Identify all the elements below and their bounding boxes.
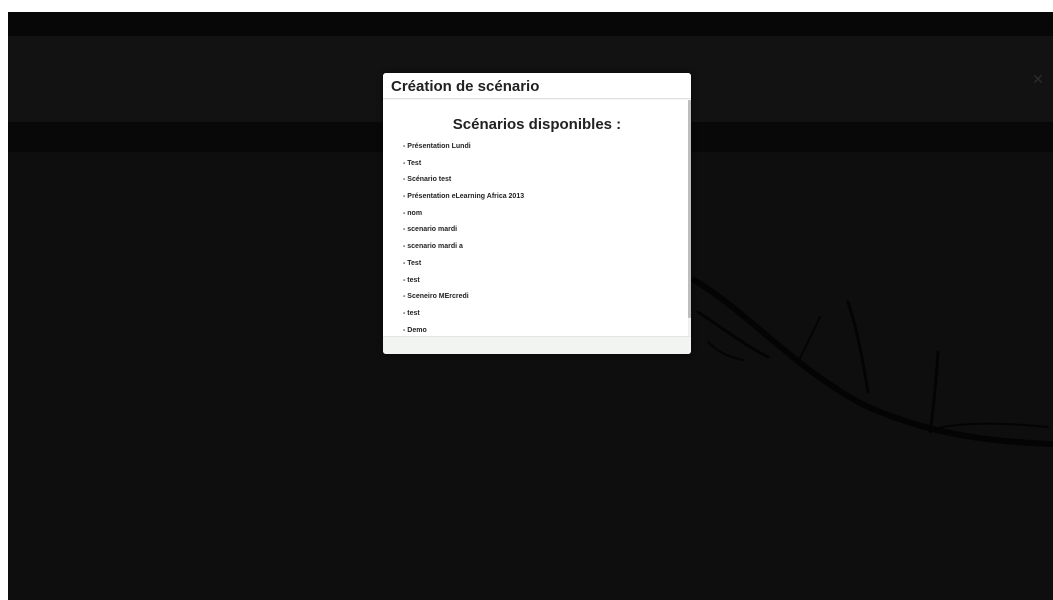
dialog-header: Création de scénario xyxy=(383,73,691,99)
scenario-item[interactable]: - Test xyxy=(403,158,683,175)
scenario-item[interactable]: - scenario mardi a xyxy=(403,241,683,258)
scenario-item[interactable]: - Scénario test xyxy=(403,174,683,191)
dialog-footer xyxy=(383,336,691,354)
scenario-item[interactable]: - Présentation eLearning Africa 2013 xyxy=(403,191,683,208)
scenario-item[interactable]: - nom xyxy=(403,208,683,225)
scenario-item[interactable]: - Sceneiro MErcredi xyxy=(403,291,683,308)
scenario-item[interactable]: - Test xyxy=(403,258,683,275)
scenario-item[interactable]: - test xyxy=(403,275,683,292)
dialog-scrollbar[interactable] xyxy=(688,100,691,344)
scenario-list: - Présentation Lundi - Test - Scénario t… xyxy=(403,141,683,337)
dialog-body: Scénarios disponibles : - Présentation L… xyxy=(383,100,691,337)
scrollbar-thumb[interactable] xyxy=(688,100,691,318)
scenario-item[interactable]: - test xyxy=(403,308,683,325)
scenario-item[interactable]: - scenario mardi xyxy=(403,224,683,241)
dialog-title: Création de scénario xyxy=(391,78,540,95)
available-scenarios-heading: Scénarios disponibles : xyxy=(452,116,622,133)
scenario-item[interactable]: - Présentation Lundi xyxy=(403,141,683,158)
scenario-creation-dialog: Création de scénario Scénarios disponibl… xyxy=(383,73,691,354)
